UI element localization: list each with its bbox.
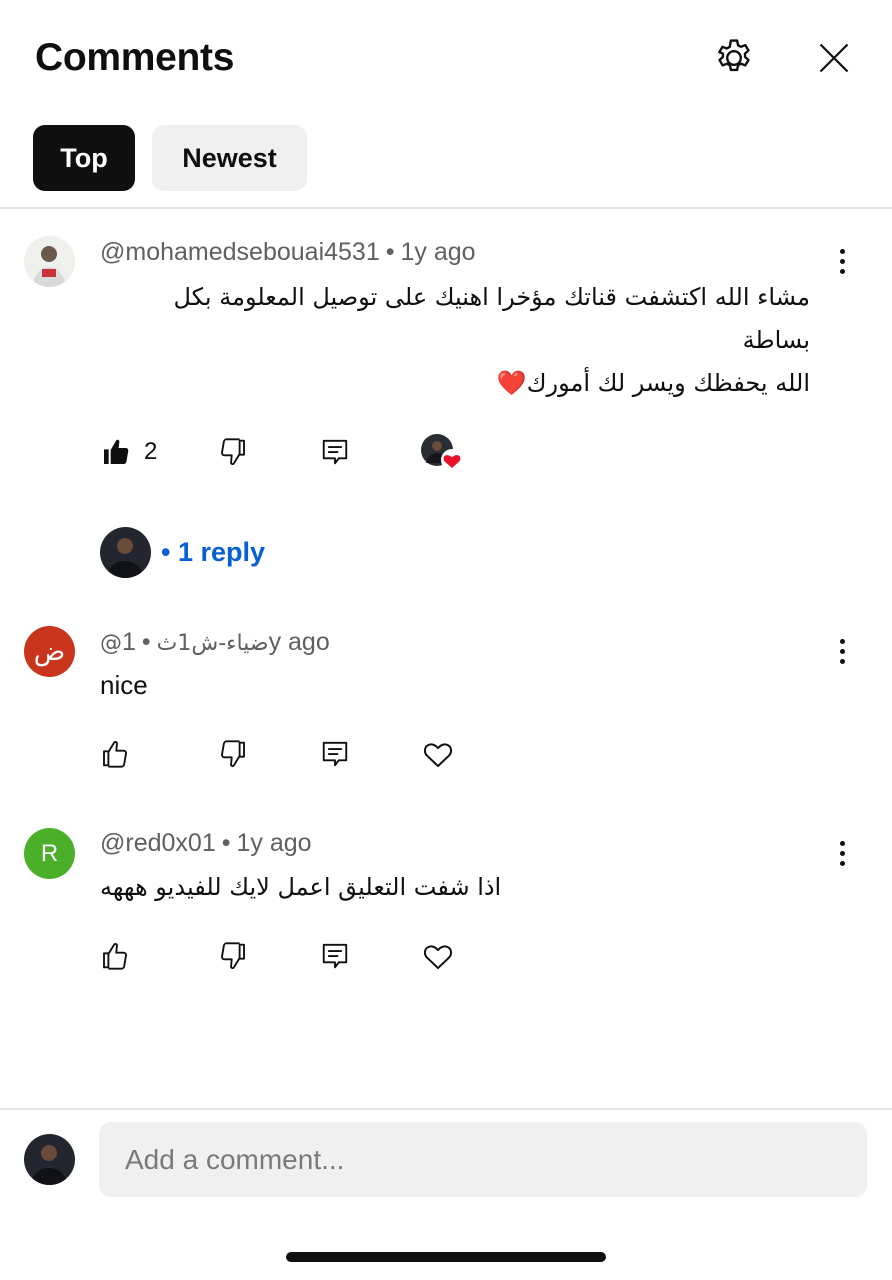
reply-icon bbox=[322, 439, 348, 465]
comment-actions bbox=[100, 936, 500, 976]
comment-meta: @ضياء-ش1ث•1y ago bbox=[100, 628, 330, 656]
composer-divider bbox=[0, 1108, 892, 1110]
more-options-button[interactable] bbox=[826, 241, 858, 281]
dislike-button[interactable] bbox=[216, 432, 248, 472]
comment-author[interactable]: @mohamedsebouai4531 bbox=[100, 238, 380, 266]
like-button[interactable]: 2 bbox=[100, 432, 157, 472]
heart-icon bbox=[423, 945, 453, 970]
thumbs-up-icon bbox=[103, 741, 127, 768]
view-replies-link[interactable]: • 1 reply bbox=[161, 537, 265, 568]
close-button[interactable] bbox=[804, 28, 864, 88]
avatar[interactable]: ض bbox=[24, 626, 75, 677]
reply-icon bbox=[322, 741, 348, 767]
comment-text-line: بساطة bbox=[742, 326, 810, 354]
reply-count: 1 reply bbox=[177, 537, 266, 567]
thumbs-up-icon bbox=[104, 439, 129, 464]
comment-actions: 2 bbox=[100, 432, 500, 472]
heart-icon bbox=[423, 743, 453, 768]
comment-author[interactable]: @red0x01 bbox=[100, 829, 216, 857]
add-comment-input[interactable] bbox=[99, 1122, 867, 1197]
reply-icon bbox=[322, 943, 348, 969]
comment-text: اذا شفت التعليق اعمل لايك للفيديو هههه bbox=[100, 873, 502, 901]
avatar[interactable] bbox=[24, 236, 75, 287]
thumbs-down-icon bbox=[221, 438, 245, 465]
thumbs-up-icon bbox=[103, 943, 127, 970]
settings-button[interactable] bbox=[704, 28, 764, 88]
current-user-avatar bbox=[24, 1134, 75, 1185]
more-options-button[interactable] bbox=[826, 833, 858, 873]
home-indicator bbox=[286, 1252, 606, 1262]
comment-text: مشاء الله اكتشفت قناتك مؤخرا اهنيك على ت… bbox=[100, 276, 811, 405]
chip-top[interactable]: Top bbox=[33, 125, 135, 191]
more-vert-icon bbox=[839, 248, 845, 254]
reply-button[interactable] bbox=[320, 734, 350, 774]
dislike-button[interactable] bbox=[216, 734, 248, 774]
comment-time: 1y ago bbox=[400, 238, 476, 266]
user-photo-avatar-icon bbox=[24, 1134, 75, 1185]
gear-icon bbox=[718, 39, 750, 72]
comment-text-line: مشاء الله اكتشفت قناتك مؤخرا اهنيك على ت… bbox=[173, 283, 811, 311]
creator-heart-icon bbox=[421, 434, 463, 471]
creator-heart-badge bbox=[420, 432, 466, 472]
user-photo-avatar-icon bbox=[100, 527, 151, 578]
dislike-button[interactable] bbox=[216, 936, 248, 976]
sort-chips: Top Newest bbox=[33, 125, 307, 191]
comment-text: nice bbox=[100, 670, 148, 700]
more-options-button[interactable] bbox=[826, 631, 858, 671]
heart-button[interactable] bbox=[420, 936, 456, 976]
more-vert-icon bbox=[839, 840, 845, 846]
like-count: 2 bbox=[144, 438, 158, 465]
comment-meta: @red0x01 • 1y ago bbox=[100, 829, 312, 857]
heart-button[interactable] bbox=[420, 734, 456, 774]
page-title: Comments bbox=[35, 36, 235, 79]
comment-actions bbox=[100, 734, 500, 774]
like-button[interactable] bbox=[100, 734, 132, 774]
chip-newest[interactable]: Newest bbox=[152, 125, 307, 191]
replies-row[interactable]: • 1 reply bbox=[100, 527, 265, 578]
reply-button[interactable] bbox=[320, 936, 350, 976]
avatar-letter: ض bbox=[33, 636, 66, 667]
avatar[interactable]: R bbox=[24, 828, 75, 879]
comment-time: 1y ago bbox=[236, 829, 312, 857]
reply-button[interactable] bbox=[320, 432, 350, 472]
thumbs-down-icon bbox=[221, 740, 245, 767]
more-vert-icon bbox=[839, 638, 845, 644]
comment-text-line: الله يحفظك ويسر لك أمورك❤️ bbox=[496, 369, 810, 397]
header-divider bbox=[0, 207, 892, 209]
reply-avatar bbox=[100, 527, 151, 578]
comment-meta: @mohamedsebouai4531 • 1y ago bbox=[100, 238, 476, 266]
avatar-letter: R bbox=[40, 839, 59, 867]
close-icon bbox=[819, 43, 849, 73]
comments-header: Comments bbox=[0, 0, 892, 120]
like-button[interactable] bbox=[100, 936, 132, 976]
thumbs-down-icon bbox=[221, 942, 245, 969]
user-photo-avatar-icon bbox=[24, 236, 75, 287]
